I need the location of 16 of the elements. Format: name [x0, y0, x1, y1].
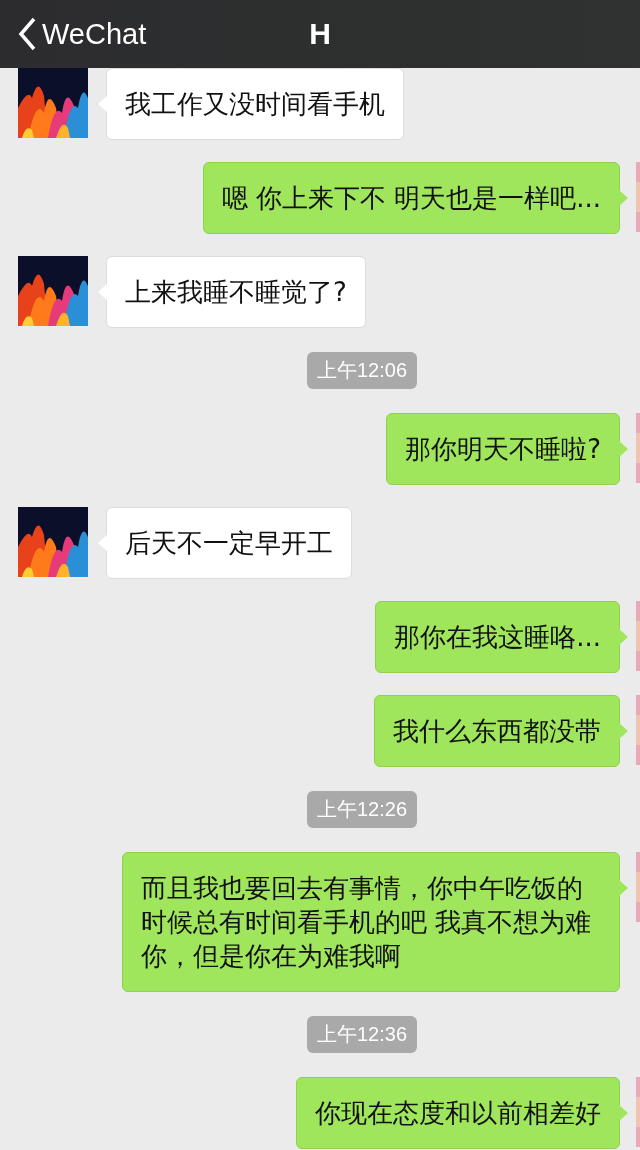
timestamp: 上午12:36 — [306, 1016, 418, 1053]
timestamp: 上午12:26 — [306, 791, 418, 828]
bubble-tail — [98, 534, 108, 552]
chat-title: H — [309, 17, 331, 50]
timestamp: 上午12:06 — [306, 352, 418, 389]
bubble-tail — [618, 440, 628, 458]
bubble-tail — [618, 879, 628, 897]
bubble-tail — [618, 722, 628, 740]
back-icon — [18, 17, 36, 51]
bubble-tail — [618, 189, 628, 207]
back-label[interactable]: WeChat — [42, 17, 147, 51]
bubble-tail — [98, 95, 108, 113]
back-button[interactable]: WeChat — [0, 17, 147, 51]
bubble-tail — [618, 1104, 628, 1122]
bubble-tail — [98, 283, 108, 301]
bubble-tail — [618, 628, 628, 646]
